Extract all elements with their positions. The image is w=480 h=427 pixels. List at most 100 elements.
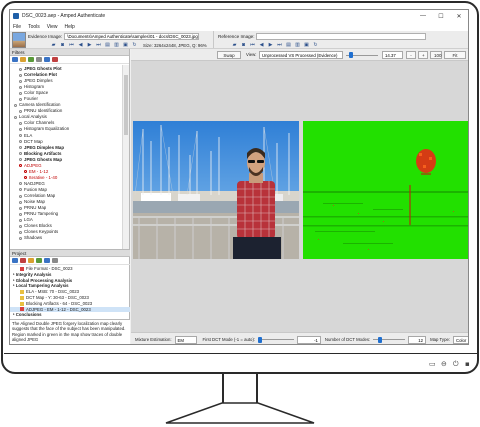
filter-settings-icon[interactable] — [44, 57, 50, 62]
reference-label: Reference Image: — [218, 34, 255, 39]
save-icon[interactable]: ▣ — [122, 42, 129, 48]
evidence-thumbnail[interactable] — [12, 32, 26, 48]
monitor-base — [165, 402, 315, 424]
expand-arrow-icon[interactable]: ▸ — [13, 283, 15, 289]
zoom-value-field[interactable]: 14.37 — [382, 51, 403, 59]
bookmark-color-icon — [20, 266, 24, 271]
filter-item[interactable]: Shadows — [10, 235, 122, 241]
filter-remove-icon[interactable] — [52, 57, 58, 62]
ref-next-frame-icon[interactable]: ▶ — [267, 42, 274, 48]
first-dct-track — [258, 339, 294, 340]
processed-map-image[interactable] — [303, 121, 468, 259]
ref-folder-open-icon[interactable]: ▥ — [294, 42, 301, 48]
reference-path-field[interactable] — [256, 33, 426, 40]
project-filter-icon[interactable] — [12, 258, 18, 263]
view-mode-select[interactable]: Unprocessed VS Processed (Evidence) — [259, 51, 343, 59]
last-frame-icon[interactable]: ⏭ — [95, 42, 102, 48]
filter-bullet-icon — [19, 218, 22, 222]
filter-bullet-icon — [19, 164, 22, 168]
app-window: DSC_0023.aep - Amped Authenticate — ☐ ✕ … — [9, 9, 469, 345]
menu-file[interactable]: File — [13, 24, 21, 30]
monitor-chin-divider — [4, 353, 478, 354]
project-item-label: Conclusions — [15, 312, 42, 318]
bookmark-icon[interactable] — [20, 57, 26, 62]
project-report-icon[interactable] — [44, 258, 50, 263]
ref-camera-icon[interactable]: ◙ — [240, 42, 247, 48]
filter-bullet-icon — [19, 158, 22, 162]
ref-prev-frame-icon[interactable]: ◀ — [258, 42, 265, 48]
zoom-slider[interactable] — [346, 51, 378, 59]
collapse-icon[interactable] — [36, 57, 42, 62]
refresh-icon[interactable]: ↻ — [131, 42, 138, 48]
ref-save-icon[interactable]: ▣ — [303, 42, 310, 48]
prev-frame-icon[interactable]: ◀ — [77, 42, 84, 48]
map-type-select[interactable]: Color — [453, 335, 468, 344]
ref-open-folder-icon[interactable]: ▰ — [231, 42, 238, 48]
evidence-path-field[interactable]: \Documents\Amped Authenticate\samples\01… — [64, 33, 200, 40]
filters-scrollbar-thumb[interactable] — [124, 75, 128, 135]
bookmark-color-icon — [20, 307, 24, 312]
filter-bullet-icon — [19, 134, 22, 138]
num-dct-modes-label: Number of DCT Modes: — [324, 337, 371, 342]
num-dct-knob[interactable] — [378, 336, 383, 343]
folder-open-icon[interactable]: ▥ — [113, 42, 120, 48]
bookmark-description[interactable]: The Aligned Double JPEG forgery localiza… — [10, 319, 130, 344]
filter-bullet-icon — [24, 170, 27, 174]
add-filter-icon[interactable] — [12, 57, 18, 62]
ref-first-frame-icon[interactable]: ⏮ — [249, 42, 256, 48]
zoom-in-button[interactable]: + — [418, 51, 428, 59]
project-settings-icon[interactable] — [52, 258, 58, 263]
adjpeg-map — [303, 121, 468, 259]
zoom-100-button[interactable]: 100 — [430, 51, 442, 59]
filter-bullet-icon — [19, 200, 22, 204]
filter-bullet-icon — [19, 91, 22, 95]
minimize-button[interactable]: — — [414, 13, 432, 19]
mixture-estimation-select[interactable]: EM — [174, 335, 197, 344]
monitor-led-icon: ▪ — [465, 360, 470, 368]
first-dct-knob[interactable] — [258, 336, 263, 343]
expand-arrow-icon[interactable]: ▸ — [13, 312, 15, 318]
filter-bullet-icon — [19, 121, 22, 125]
filter-bullet-icon — [19, 146, 22, 150]
filter-bullet-icon — [14, 115, 17, 119]
menu-tools[interactable]: Tools — [28, 24, 40, 30]
title-bar: DSC_0023.aep - Amped Authenticate — ☐ ✕ — [10, 10, 468, 22]
image-bar: Evidence Image: \Documents\Amped Authent… — [10, 31, 468, 49]
first-frame-icon[interactable]: ⏮ — [68, 42, 75, 48]
menu-help[interactable]: Help — [65, 24, 75, 30]
project-delete-icon[interactable] — [20, 258, 26, 263]
folder-icon[interactable]: ▤ — [104, 42, 111, 48]
evidence-image[interactable] — [133, 121, 299, 259]
menu-bar: File Tools View Help — [10, 22, 468, 31]
ref-last-frame-icon[interactable]: ⏭ — [276, 42, 283, 48]
ref-refresh-icon[interactable]: ↻ — [312, 42, 319, 48]
filter-bullet-icon — [19, 188, 22, 192]
camera-icon[interactable]: ◙ — [59, 42, 66, 48]
ref-folder-icon[interactable]: ▤ — [285, 42, 292, 48]
zoom-slider-knob[interactable] — [348, 52, 353, 58]
fit-button[interactable]: Fit — [444, 51, 466, 59]
menu-view[interactable]: View — [47, 24, 58, 30]
maximize-button[interactable]: ☐ — [432, 13, 450, 20]
filters-toolbar — [10, 56, 129, 64]
project-note-icon[interactable] — [36, 258, 42, 263]
next-frame-icon[interactable]: ▶ — [86, 42, 93, 48]
num-dct-modes-field[interactable]: 12 — [408, 335, 427, 344]
filter-parameters-bar: Mixture Estimation: EM First DCT Mode (-… — [131, 332, 468, 344]
swap-button[interactable]: Swap — [217, 51, 241, 59]
close-button[interactable]: ✕ — [450, 13, 468, 20]
project-bookmark-icon[interactable] — [28, 258, 34, 263]
first-dct-mode-field[interactable]: -1 — [296, 335, 321, 344]
expand-icon[interactable] — [28, 57, 34, 62]
bookmark-color-icon — [20, 290, 24, 295]
filter-bullet-icon — [19, 73, 22, 77]
zoom-out-button[interactable]: - — [406, 51, 416, 59]
filters-tree: JPEG Ghosts Plot Correlation Plot JPEG Dim… — [10, 65, 122, 249]
project-item[interactable]: ▸ Conclusions — [10, 312, 130, 318]
first-dct-mode-slider[interactable] — [258, 336, 294, 344]
left-panel: Filters JPEG Ghosts Plot Correlation Plot… — [10, 49, 130, 344]
num-dct-modes-slider[interactable] — [373, 336, 406, 344]
filters-scrollbar[interactable] — [122, 65, 129, 249]
filter-bullet-icon — [24, 176, 27, 180]
open-folder-icon[interactable]: ▰ — [50, 42, 57, 48]
